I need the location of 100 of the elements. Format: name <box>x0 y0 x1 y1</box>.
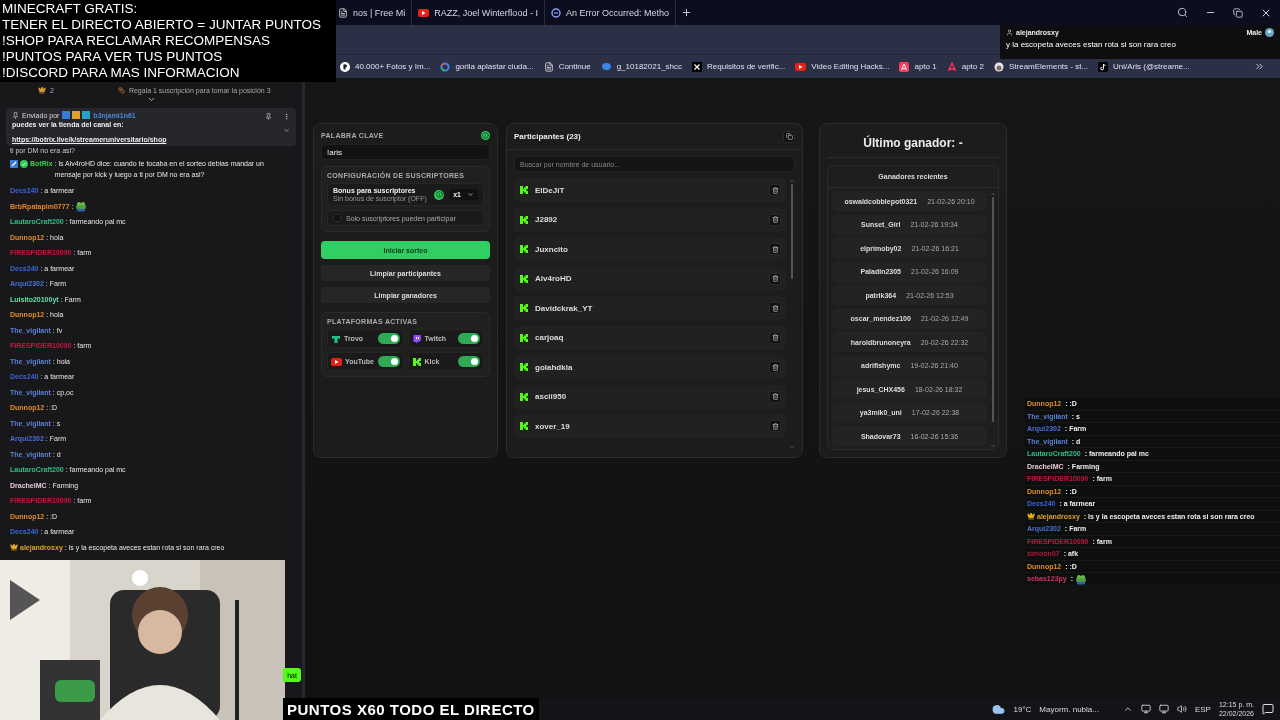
logo-icon <box>519 303 529 313</box>
document-icon <box>338 7 348 18</box>
participants-title: Participantes (23) <box>514 132 581 141</box>
plus-icon <box>681 7 693 18</box>
points-banner: PUNTOS X60 TODO EL DIRECTO <box>283 698 539 720</box>
crown-icon <box>1027 512 1035 521</box>
bookmark[interactable]: 40.000+ Fotos y Im... <box>340 61 431 72</box>
trash-icon <box>771 304 779 312</box>
trash-icon <box>771 275 779 282</box>
logo-icon <box>519 273 529 284</box>
delete-button[interactable] <box>769 184 781 196</box>
delete-button[interactable] <box>769 302 781 314</box>
bookmark[interactable]: Uni/Aris (@streame... <box>1098 61 1190 72</box>
cloud-icon <box>992 702 1006 716</box>
bookmark[interactable]: Continue <box>543 61 591 72</box>
bookmark[interactable]: Requisitos de verific... <box>692 61 786 72</box>
check-badge-icon <box>20 159 28 168</box>
toggle[interactable] <box>377 333 400 344</box>
ring-icon <box>440 61 451 72</box>
participant-name: Alv4roHD <box>535 274 573 283</box>
note-icon <box>1098 61 1109 72</box>
wrench-icon <box>10 159 18 168</box>
bubble-icon <box>600 62 612 71</box>
double-chevron-icon <box>1253 61 1265 72</box>
badges-icon <box>62 111 91 119</box>
crown-icon <box>38 86 46 94</box>
pin-icon[interactable] <box>265 113 272 120</box>
notification-text: y la escopeta aveces estan rota si son rara creo <box>1006 40 1177 49</box>
last-winner: Último ganador: - <box>827 131 999 158</box>
participant-name: golahdkla <box>535 362 574 372</box>
logo-icon <box>519 332 529 343</box>
coin-icon <box>117 86 125 94</box>
search-icon <box>1176 7 1188 18</box>
collapse-icon[interactable] <box>283 127 290 134</box>
trash-icon <box>771 186 779 194</box>
tray-expand-icon[interactable] <box>1122 704 1133 714</box>
participant-name: xover_19 <box>535 421 571 431</box>
delete-button[interactable] <box>769 390 781 403</box>
logo-icon <box>519 214 529 225</box>
logo-icon <box>331 333 341 344</box>
round-icon <box>993 61 1004 72</box>
volume-icon[interactable] <box>1176 704 1187 714</box>
cross-icon <box>692 61 703 72</box>
weather-text: Mayorm. nubla... <box>1039 704 1099 714</box>
logo-icon <box>519 362 529 372</box>
participant-name: J2892 <box>535 215 559 224</box>
monitor-icon[interactable] <box>1140 704 1151 714</box>
delete-button[interactable] <box>769 420 781 432</box>
delete-button[interactable] <box>769 331 781 344</box>
trash-icon <box>771 363 779 371</box>
delete-button[interactable] <box>769 243 781 255</box>
logo-icon <box>519 185 529 195</box>
toggle[interactable] <box>458 333 480 344</box>
avatar-icon <box>1265 28 1274 37</box>
expand-icon[interactable] <box>146 95 156 104</box>
trash-icon <box>771 216 779 223</box>
trash-icon <box>771 334 779 341</box>
trash-icon <box>771 245 779 253</box>
bookmark[interactable]: apto 2 <box>946 61 984 72</box>
bookmark[interactable]: Video Editing Hacks... <box>795 62 890 71</box>
copy-icon <box>785 133 793 140</box>
info-icon <box>434 189 445 200</box>
logo-icon <box>519 391 529 402</box>
rule-line: !SHOP PARA RECLAMAR RECOMPENSAS <box>2 33 272 49</box>
keyword-field[interactable]: !aris <box>321 144 490 160</box>
user-icon <box>1006 29 1013 36</box>
copy-button[interactable] <box>783 130 795 143</box>
logo-icon <box>519 244 529 254</box>
chevron-down-icon <box>467 191 474 198</box>
document-icon <box>543 61 554 72</box>
toggle[interactable] <box>377 356 400 367</box>
bookmark[interactable]: apto 1 <box>899 61 937 72</box>
trash-icon <box>771 422 779 430</box>
participant-name: Juxncito <box>535 244 569 254</box>
toggle[interactable] <box>458 356 480 367</box>
participant-name: ascii950 <box>535 392 568 401</box>
bookmark[interactable]: StreamElements - st... <box>993 61 1089 72</box>
checkbox[interactable] <box>333 214 341 222</box>
rule-line: !PUNTOS PARA VER TUS PUNTOS <box>2 49 224 65</box>
language-indicator[interactable]: ESP <box>1194 704 1211 714</box>
delete-button[interactable] <box>769 213 781 226</box>
bookmark[interactable]: g_10182021_shcc <box>600 62 683 71</box>
participant-name: carjoaq <box>535 333 565 342</box>
delete-button[interactable] <box>769 272 781 285</box>
rule-line: TENER EL DIRECTO ABIERTO = JUNTAR PUNTOS <box>2 17 322 33</box>
emote-icon <box>75 200 88 213</box>
restore-icon <box>1233 7 1243 18</box>
bookmark[interactable]: gorila aplastar ciuda... <box>440 61 534 72</box>
notifications-icon[interactable] <box>1262 703 1274 715</box>
trash-icon <box>771 393 779 400</box>
delete-button[interactable] <box>769 361 781 373</box>
participant-name: Davidckrak_YT <box>535 303 594 313</box>
participant-name: ElDeJiT <box>535 185 566 195</box>
play-icon <box>331 357 342 366</box>
emote-icon <box>1075 572 1088 585</box>
temperature: 19°C <box>1013 704 1032 714</box>
rule-line: !DISCORD PARA MAS INFORMACION <box>2 65 241 81</box>
crown-icon <box>10 543 18 552</box>
info-icon <box>481 131 490 140</box>
logo-icon <box>519 421 529 431</box>
